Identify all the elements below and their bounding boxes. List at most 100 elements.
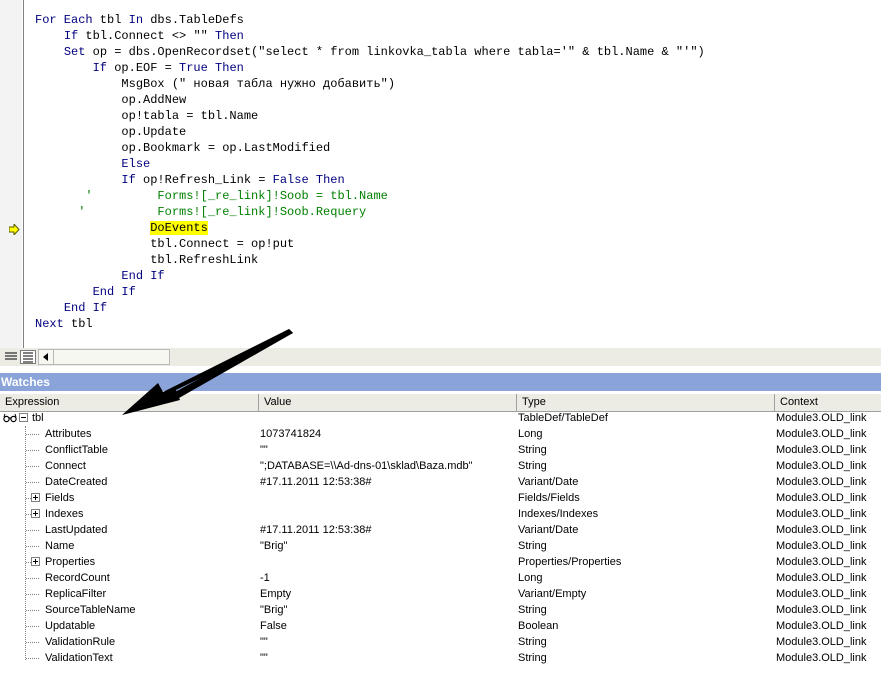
- code-line[interactable]: ' Forms![_re_link]!Soob.Requery: [35, 204, 366, 220]
- code-line[interactable]: End If: [35, 284, 136, 300]
- watch-row[interactable]: Updatable False Boolean Module3.OLD_link: [0, 618, 881, 634]
- margin-indicator-bg: [0, 0, 22, 348]
- watch-type: Fields/Fields: [518, 492, 580, 504]
- watch-row[interactable]: Name "Brig" String Module3.OLD_link: [0, 538, 881, 554]
- watch-expression: DateCreated: [45, 476, 108, 488]
- tree-branch-line: [26, 594, 39, 595]
- code-token: tbl: [63, 317, 93, 331]
- watch-expression: Fields: [45, 492, 75, 504]
- expand-icon[interactable]: [31, 493, 40, 502]
- watch-glasses-icon: [3, 413, 17, 423]
- code-line[interactable]: DoEvents: [35, 220, 208, 236]
- procedure-view-icon[interactable]: [4, 351, 18, 363]
- watch-expression: ReplicaFilter: [45, 588, 107, 600]
- watch-value: #17.11.2011 12:53:38#: [260, 476, 372, 488]
- watch-row[interactable]: ConflictTable "" String Module3.OLD_link: [0, 442, 881, 458]
- code-keyword: If: [121, 173, 136, 187]
- watch-row[interactable]: Attributes 1073741824 Long Module3.OLD_link: [0, 426, 881, 442]
- watch-value: 1073741824: [260, 428, 322, 440]
- code-keyword: End If: [92, 285, 136, 299]
- watch-value: #17.11.2011 12:53:38#: [260, 524, 372, 536]
- watch-type: Indexes/Indexes: [518, 508, 599, 520]
- watch-context: Module3.OLD_link: [776, 428, 867, 440]
- watch-type: String: [518, 444, 547, 456]
- watch-type: Properties/Properties: [518, 556, 622, 568]
- watch-row[interactable]: RecordCount -1 Long Module3.OLD_link: [0, 570, 881, 586]
- watch-expression: ValidationRule: [45, 636, 116, 648]
- watch-row-root[interactable]: tbl TableDef/TableDef Module3.OLD_link: [0, 410, 881, 426]
- expand-icon[interactable]: [31, 557, 40, 566]
- code-token: op.AddNew: [35, 93, 187, 107]
- code-token: dbs.TableDefs: [143, 13, 244, 27]
- code-line[interactable]: op!tabla = tbl.Name: [35, 108, 258, 124]
- code-line[interactable]: If op.EOF = True Then: [35, 60, 244, 76]
- code-keyword: Then: [315, 173, 345, 187]
- watch-type: TableDef/TableDef: [518, 412, 608, 424]
- code-editor[interactable]: For Each tbl In dbs.TableDefs If tbl.Con…: [0, 0, 881, 348]
- full-module-view-icon: [23, 352, 33, 363]
- watch-context: Module3.OLD_link: [776, 620, 867, 632]
- watch-type: Variant/Date: [518, 476, 579, 488]
- column-context[interactable]: Context: [775, 394, 881, 411]
- watch-row[interactable]: ValidationText "" String Module3.OLD_link: [0, 650, 881, 666]
- code-line[interactable]: tbl.Connect = op!put: [35, 236, 294, 252]
- code-line[interactable]: End If: [35, 300, 107, 316]
- full-module-view-button[interactable]: [20, 350, 36, 364]
- code-line[interactable]: End If: [35, 268, 165, 284]
- watch-row[interactable]: Indexes Indexes/Indexes Module3.OLD_link: [0, 506, 881, 522]
- code-keyword: End If: [121, 269, 165, 283]
- code-line[interactable]: tbl.RefreshLink: [35, 252, 258, 268]
- code-token: tbl.Connect <> "": [78, 29, 216, 43]
- code-line[interactable]: Set op = dbs.OpenRecordset("select * fro…: [35, 44, 705, 60]
- code-line[interactable]: Else: [35, 156, 150, 172]
- watch-expression: Properties: [45, 556, 96, 568]
- code-token: op!Refresh_Link =: [135, 173, 273, 187]
- code-token: op = dbs.OpenRecordset("select * from li…: [85, 45, 705, 59]
- code-line[interactable]: Next tbl: [35, 316, 93, 332]
- watch-type: Boolean: [518, 620, 559, 632]
- code-line[interactable]: op.Update: [35, 124, 186, 140]
- code-line[interactable]: MsgBox (" новая табла нужно добавить"): [35, 76, 395, 92]
- tree-branch-line: [26, 642, 39, 643]
- tree-branch-line: [26, 610, 39, 611]
- horizontal-scrollbar[interactable]: [38, 349, 170, 365]
- watch-context: Module3.OLD_link: [776, 524, 867, 536]
- watch-row[interactable]: Properties Properties/Properties Module3.O…: [0, 554, 881, 570]
- expand-icon[interactable]: [31, 509, 40, 518]
- watch-row[interactable]: DateCreated #17.11.2011 12:53:38# Variant/…: [0, 474, 881, 490]
- watch-expression: ConflictTable: [45, 444, 108, 456]
- code-comment: ' Forms![_re_link]!Soob.Requery: [35, 205, 367, 219]
- watch-row[interactable]: ValidationRule "" String Module3.OLD_link: [0, 634, 881, 650]
- column-type[interactable]: Type: [517, 394, 775, 411]
- code-line[interactable]: If op!Refresh_Link = False Then: [35, 172, 345, 188]
- code-token: op!tabla = tbl.Name: [35, 109, 259, 123]
- tree-branch-line: [26, 466, 39, 467]
- code-line[interactable]: For Each tbl In dbs.TableDefs: [35, 12, 244, 28]
- watch-row[interactable]: Fields Fields/Fields Module3.OLD_link: [0, 490, 881, 506]
- column-value[interactable]: Value: [259, 394, 517, 411]
- watch-context: Module3.OLD_link: [776, 652, 867, 664]
- code-line[interactable]: op.AddNew: [35, 92, 186, 108]
- column-expression[interactable]: Expression: [0, 394, 259, 411]
- watch-row[interactable]: LastUpdated #17.11.2011 12:53:38# Variant/…: [0, 522, 881, 538]
- margin-indicator-bar[interactable]: [0, 0, 24, 348]
- watch-row[interactable]: SourceTableName "Brig" String Module3.OLD_l…: [0, 602, 881, 618]
- watch-type: String: [518, 540, 547, 552]
- scroll-left-button[interactable]: [39, 350, 54, 364]
- watch-row[interactable]: ReplicaFilter Empty Variant/Empty Module3.O…: [0, 586, 881, 602]
- watch-row[interactable]: Connect ";DATABASE=\\Ad-dns-01\sklad\Baza…: [0, 458, 881, 474]
- code-line[interactable]: op.Bookmark = op.LastModified: [35, 140, 330, 156]
- code-line[interactable]: ' Forms![_re_link]!Soob = tbl.Name: [35, 188, 387, 204]
- collapse-icon[interactable]: [19, 413, 28, 422]
- watch-value: "Brig": [260, 540, 288, 552]
- tree-branch-line: [26, 626, 39, 627]
- code-line[interactable]: If tbl.Connect <> "" Then: [35, 28, 244, 44]
- watch-type: Variant/Empty: [518, 588, 587, 600]
